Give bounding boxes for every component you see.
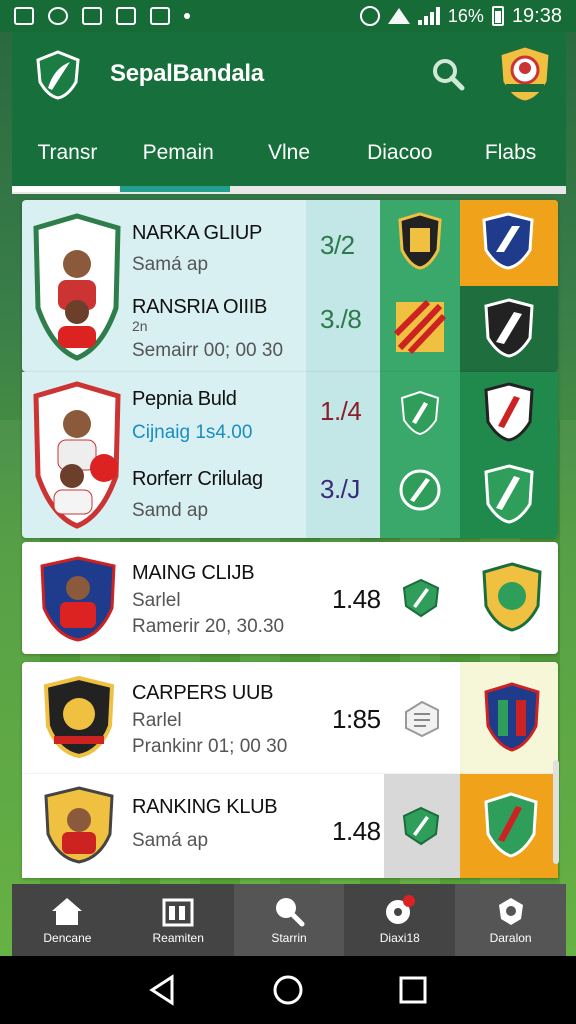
club-badge-icon <box>484 298 534 358</box>
search-icon[interactable] <box>430 56 466 92</box>
trophy-icon <box>498 898 523 925</box>
tab-draw[interactable]: Diacoo <box>344 120 455 186</box>
match-team-name: NARKA GLIUP <box>132 222 263 244</box>
ticket-icon[interactable] <box>402 698 442 738</box>
tab-indicator <box>12 186 566 194</box>
club-badge-icon <box>484 464 534 524</box>
match-odds[interactable]: 3./8 <box>320 304 362 335</box>
team-crest-icon <box>40 556 116 642</box>
match-subtitle: Samá ap <box>132 830 209 851</box>
search-icon <box>275 898 305 927</box>
match-time: Semairr 00; 00 30 <box>132 340 284 361</box>
club-badge-icon <box>402 806 440 846</box>
club-badge-icon <box>482 562 542 632</box>
match-subtitle: Rarlel <box>132 710 182 731</box>
match-card[interactable]: MAING CLIJB Sarlel Ramerir 20, 30.30 1.4… <box>22 542 558 654</box>
app-notification-icon <box>48 7 68 25</box>
match-subtitle: Samd ap <box>132 500 209 521</box>
match-time: Ramerir 20, 30.30 <box>132 616 285 637</box>
match-time: Prankinr 01; 00 30 <box>132 736 288 757</box>
bottom-nav: Dencane Reamiten Starrin Diaxi18 Daralon <box>12 884 566 956</box>
match-subtitle: Samá ap <box>132 254 209 275</box>
club-badge-icon[interactable] <box>496 44 554 104</box>
battery-percent: 16% <box>447 5 484 26</box>
clock: 19:38 <box>511 4 562 27</box>
match-subtitle: 2n <box>132 318 148 334</box>
match-team-name: Rorferr Crilulag <box>132 468 263 490</box>
match-odds[interactable]: 1./4 <box>320 396 362 427</box>
club-badge-icon <box>399 469 441 511</box>
match-subtitle: Sarlel <box>132 590 181 611</box>
club-badge-icon <box>484 682 540 752</box>
club-badge-icon <box>398 212 442 270</box>
nav-label: Daralon <box>489 931 532 945</box>
team-crest-icon <box>33 213 121 361</box>
nav-label: Starrin <box>271 931 307 945</box>
match-team-name: Pepnia Buld <box>132 388 237 410</box>
app-title: SepalBandala <box>110 60 264 87</box>
match-team-name: RANSRIA OIIIB <box>132 296 268 318</box>
tab-clubs[interactable]: Flabs <box>455 120 566 186</box>
match-card[interactable]: NARKA GLIUP Samá ap 3/2 RANSRIA OIIIB 2n… <box>22 200 558 372</box>
stadium-notification-icon <box>150 7 170 25</box>
download-notification-icon <box>116 7 136 25</box>
wifi-icon <box>387 8 410 24</box>
battery-icon <box>491 6 504 26</box>
nav-label: Reamiten <box>152 931 204 945</box>
team-crest-icon <box>44 786 114 864</box>
tab-bar: Transr Pemain Vlne Diacoo Flabs <box>12 120 566 194</box>
match-team-name: RANKING KLUB <box>132 796 278 818</box>
message-notification-icon <box>82 7 102 25</box>
signal-icon <box>417 7 440 25</box>
nav-home[interactable]: Dencane <box>12 884 123 956</box>
odds-column <box>306 200 380 372</box>
club-badge-icon <box>482 212 534 270</box>
nav-search[interactable]: Starrin <box>233 884 345 956</box>
match-card[interactable]: RANKING KLUB Samá ap 1.48 <box>22 774 558 878</box>
back-icon[interactable] <box>146 973 180 1007</box>
club-badge-icon <box>402 578 440 618</box>
scrollbar[interactable] <box>553 760 559 864</box>
match-odds[interactable]: 1:85 <box>332 704 381 735</box>
recents-icon[interactable] <box>396 973 430 1007</box>
ball-icon <box>385 895 415 924</box>
match-card[interactable]: CARPERS UUB Rarlel Prankinr 01; 00 30 1:… <box>22 662 558 774</box>
match-odds[interactable]: 3./J <box>320 474 360 505</box>
home-button-icon[interactable] <box>271 973 305 1007</box>
tab-transfer[interactable]: Transr <box>12 120 123 186</box>
match-card[interactable]: Pepnia Buld Cijnaig 1s4.00 1./4 Rorferr … <box>22 372 558 538</box>
home-icon <box>52 898 83 925</box>
match-odds[interactable]: 1.48 <box>332 816 381 847</box>
club-badge-icon <box>400 390 440 436</box>
calendar-icon <box>162 898 194 927</box>
app-logo-icon <box>36 50 80 100</box>
nav-label: Dencane <box>43 931 92 945</box>
tab-players[interactable]: Pemain <box>123 120 234 186</box>
alarm-icon <box>359 6 380 26</box>
status-bar: 16% 19:38 <box>0 0 576 32</box>
club-badge-icon <box>484 792 538 858</box>
match-time: Cijnaig 1s4.00 <box>132 422 253 443</box>
club-badge-icon <box>484 382 534 442</box>
match-team-name: MAING CLIJB <box>132 562 255 584</box>
club-badge-icon <box>393 299 447 355</box>
dot-notification-icon <box>184 13 190 19</box>
image-notification-icon <box>14 7 34 25</box>
tab-live[interactable]: Vlne <box>234 120 345 186</box>
team-crest-icon <box>33 381 121 529</box>
app-header: SepalBandala Transr Pemain Vlne Diacoo F… <box>12 32 566 194</box>
match-team-name: CARPERS UUB <box>132 682 274 704</box>
nav-matches[interactable]: Diaxi18 <box>344 884 455 956</box>
match-odds[interactable]: 1.48 <box>332 584 381 615</box>
team-crest-icon <box>43 676 115 759</box>
nav-calendar[interactable]: Reamiten <box>123 884 234 956</box>
nav-label: Diaxi18 <box>379 931 420 945</box>
nav-trophy[interactable]: Daralon <box>455 884 566 956</box>
system-nav-bar <box>0 956 576 1024</box>
match-odds[interactable]: 3/2 <box>320 230 355 261</box>
